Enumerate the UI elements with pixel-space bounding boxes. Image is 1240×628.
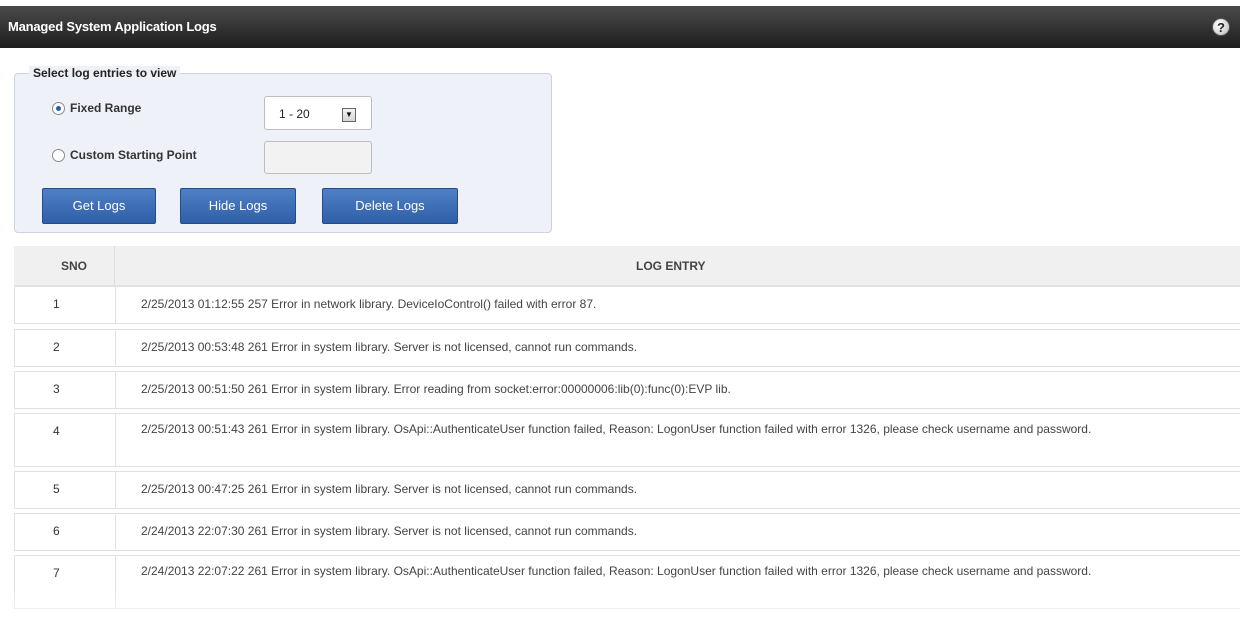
table-row: 5 2/25/2013 00:47:25 261 Error in system… bbox=[14, 471, 1240, 509]
row-log-entry: 2/24/2013 22:07:30 261 Error in system l… bbox=[141, 524, 638, 538]
fixed-range-option[interactable]: Fixed Range bbox=[52, 101, 141, 115]
fixed-range-label: Fixed Range bbox=[70, 101, 142, 115]
range-select[interactable]: 1 - 20 ▼ bbox=[264, 96, 372, 130]
table-row: 4 2/25/2013 00:51:43 261 Error in system… bbox=[14, 413, 1240, 467]
column-separator bbox=[115, 330, 116, 366]
help-question-icon[interactable]: ? bbox=[1212, 18, 1230, 36]
row-sno: 3 bbox=[53, 382, 60, 396]
custom-start-input[interactable] bbox=[264, 141, 372, 174]
row-sno: 1 bbox=[53, 297, 60, 311]
get-logs-button[interactable]: Get Logs bbox=[42, 188, 156, 224]
delete-logs-button[interactable]: Delete Logs bbox=[322, 188, 458, 224]
chevron-down-icon[interactable]: ▼ bbox=[342, 108, 356, 122]
row-log-entry: 2/25/2013 00:53:48 261 Error in system l… bbox=[141, 340, 638, 354]
column-separator bbox=[115, 514, 116, 550]
column-separator bbox=[115, 287, 116, 323]
column-header-log-entry[interactable]: LOG ENTRY bbox=[636, 259, 706, 273]
table-row: 6 2/24/2013 22:07:30 261 Error in system… bbox=[14, 513, 1240, 551]
custom-start-radio[interactable] bbox=[52, 148, 65, 162]
table-row: 1 2/25/2013 01:12:55 257 Error in networ… bbox=[14, 286, 1240, 324]
column-header-sno[interactable]: SNO bbox=[61, 259, 87, 273]
row-log-entry: 2/25/2013 00:47:25 261 Error in system l… bbox=[141, 482, 638, 496]
row-sno: 2 bbox=[53, 340, 60, 354]
page-title: Managed System Application Logs bbox=[8, 19, 217, 34]
row-sno: 4 bbox=[53, 424, 60, 438]
title-bar: Managed System Application Logs ? bbox=[0, 0, 1240, 48]
column-separator bbox=[115, 414, 116, 466]
row-log-entry: 2/24/2013 22:07:22 261 Error in system l… bbox=[141, 564, 1092, 578]
header-divider bbox=[114, 246, 115, 286]
filter-legend: Select log entries to view bbox=[29, 66, 181, 80]
custom-start-option[interactable]: Custom Starting Point bbox=[52, 148, 197, 162]
row-log-entry: 2/25/2013 01:12:55 257 Error in network … bbox=[141, 297, 597, 311]
table-header: SNO LOG ENTRY bbox=[14, 246, 1240, 286]
column-separator bbox=[115, 472, 116, 508]
custom-start-label: Custom Starting Point bbox=[70, 148, 197, 162]
row-sno: 5 bbox=[53, 482, 60, 496]
hide-logs-button[interactable]: Hide Logs bbox=[180, 188, 296, 224]
table-row: 2 2/25/2013 00:53:48 261 Error in system… bbox=[14, 329, 1240, 367]
row-log-entry: 2/25/2013 00:51:50 261 Error in system l… bbox=[141, 382, 731, 396]
table-row: 3 2/25/2013 00:51:50 261 Error in system… bbox=[14, 371, 1240, 409]
row-sno: 6 bbox=[53, 524, 60, 538]
column-separator bbox=[115, 372, 116, 408]
range-select-value: 1 - 20 bbox=[279, 107, 310, 121]
scroll-fade bbox=[0, 588, 1240, 628]
row-log-entry: 2/25/2013 00:51:43 261 Error in system l… bbox=[141, 422, 1092, 436]
row-sno: 7 bbox=[53, 566, 60, 580]
fixed-range-radio[interactable] bbox=[52, 101, 65, 115]
